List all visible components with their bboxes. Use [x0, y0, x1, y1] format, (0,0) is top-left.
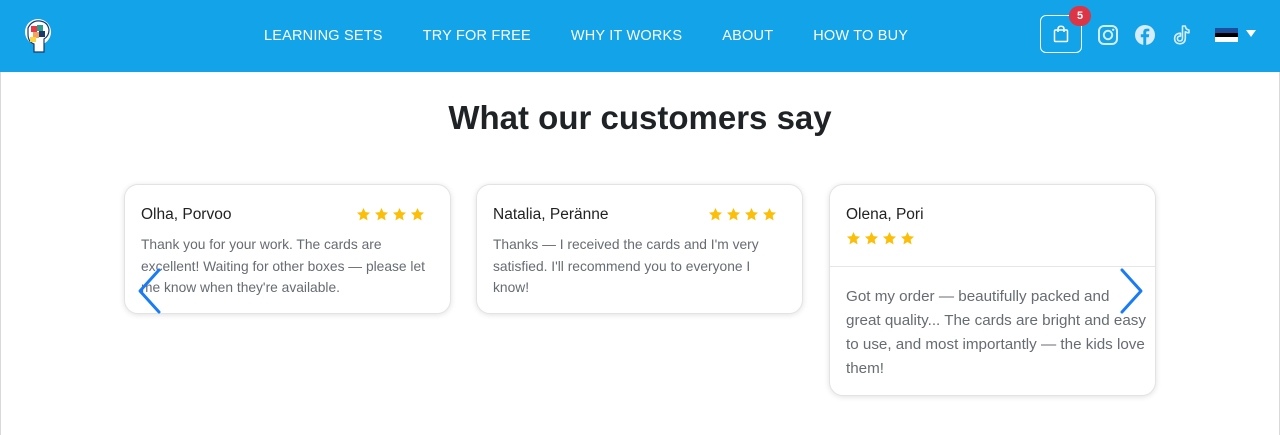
- site-header: LEARNING SETS TRY FOR FREE WHY IT WORKS …: [0, 0, 1280, 72]
- caret-down-icon[interactable]: [1246, 30, 1256, 37]
- star-icon: [847, 231, 860, 245]
- reviewer-name: Olha, Porvoo: [141, 206, 232, 223]
- estonia-flag-icon[interactable]: [1215, 28, 1238, 42]
- cart-count-badge: 5: [1069, 6, 1091, 26]
- star-icon: [393, 207, 406, 221]
- star-icon: [865, 231, 878, 245]
- reviewer-name: Natalia, Peränne: [493, 206, 609, 223]
- star-icon: [763, 207, 776, 221]
- star-icon: [411, 207, 424, 221]
- review-text: Thanks — I received the cards and I'm ve…: [493, 237, 759, 295]
- review-text: Got my order — beautifully packed and gr…: [846, 288, 1146, 377]
- review-card: Olha, Porvoo Thank you for your work. Th…: [124, 184, 451, 314]
- star-icon: [901, 231, 914, 245]
- tiktok-icon[interactable]: [1170, 24, 1192, 46]
- review-card: Olena, Pori Got my order — beautifully p…: [829, 184, 1156, 396]
- review-text: Thank you for your work. The cards are e…: [141, 237, 426, 295]
- facebook-icon[interactable]: [1134, 24, 1156, 46]
- star-icon: [375, 207, 388, 221]
- shopping-bag-icon: [1053, 25, 1069, 43]
- star-icon: [709, 207, 722, 221]
- rating-stars: [846, 231, 915, 246]
- logo[interactable]: [22, 16, 54, 56]
- nav-why-it-works[interactable]: WHY IT WORKS: [571, 28, 682, 44]
- star-icon: [357, 207, 370, 221]
- review-card: Natalia, Peränne Thanks — I received the…: [476, 184, 803, 314]
- main-nav: LEARNING SETS TRY FOR FREE WHY IT WORKS …: [264, 0, 948, 72]
- nav-try-for-free[interactable]: TRY FOR FREE: [423, 28, 531, 44]
- nav-how-to-buy[interactable]: HOW TO BUY: [813, 28, 908, 44]
- chevron-right-icon[interactable]: [1119, 267, 1145, 315]
- star-icon: [883, 231, 896, 245]
- rating-stars: [356, 207, 425, 222]
- card-divider: [830, 266, 1155, 267]
- nav-learning-sets[interactable]: LEARNING SETS: [264, 28, 383, 44]
- reviewer-name: Olena, Pori: [846, 206, 924, 223]
- chevron-left-icon[interactable]: [136, 267, 162, 315]
- instagram-icon[interactable]: [1097, 24, 1119, 46]
- nav-about[interactable]: ABOUT: [722, 28, 773, 44]
- section-title: What our customers say: [448, 99, 832, 136]
- star-icon: [727, 207, 740, 221]
- rating-stars: [708, 207, 777, 222]
- star-icon: [745, 207, 758, 221]
